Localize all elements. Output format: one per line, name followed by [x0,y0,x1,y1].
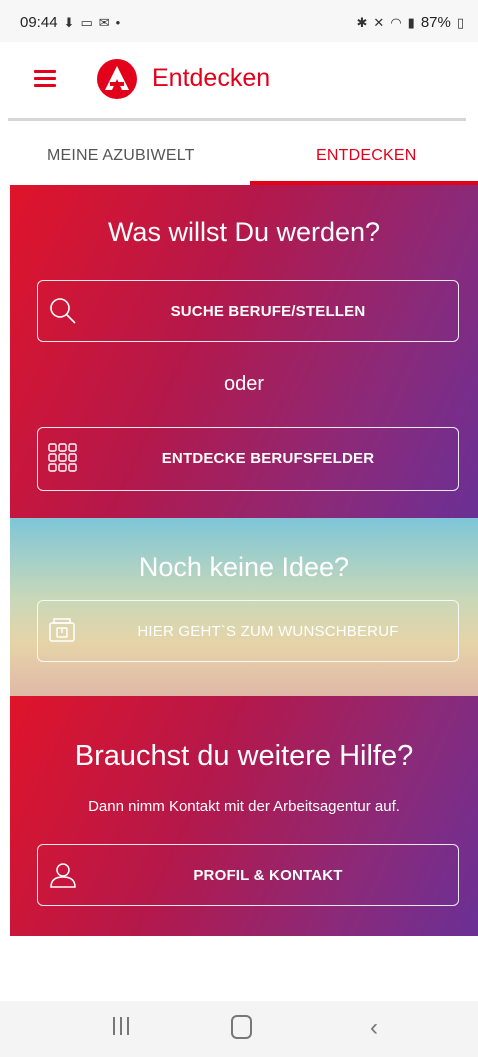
profile-contact-button[interactable]: PROFIL & KONTAKT [37,844,459,906]
status-time: 09:44 [20,14,58,31]
battery-level: 87% [420,14,451,31]
menu-icon[interactable] [34,70,56,87]
tab-bar: MEINE AZUBIWELT ENTDECKEN [0,121,478,185]
section-berufswahl: Was willst Du werden? SUCHE BERUFE/STELL… [10,185,478,518]
back-icon[interactable]: ‹ [370,1014,378,1042]
app-bar: Entdecken [0,42,478,118]
wish-job-button[interactable]: HIER GEHT`S ZUM WUNSCHBERUF [37,600,459,662]
wish-job-label: HIER GEHT`S ZUM WUNSCHBERUF [137,623,399,640]
person-icon [50,863,76,888]
tab-entdecken[interactable]: ENTDECKEN [316,147,416,165]
search-jobs-label: SUCHE BERUFE/STELLEN [170,303,366,320]
agentur-logo [97,59,137,99]
search-jobs-button[interactable]: SUCHE BERUFE/STELLEN [37,280,459,342]
wifi-icon: ◠ [390,14,402,30]
recents-icon[interactable] [113,1017,129,1035]
search-icon [50,298,76,324]
grid-icon [48,443,77,472]
section-subtext: Dann nimm Kontakt mit der Arbeitsagentur… [88,798,400,815]
wishbox-icon [49,618,75,642]
section-heading: Brauchst du weitere Hilfe? [74,740,414,772]
section-heading: Noch keine Idee? [138,552,350,582]
discover-fields-label: ENTDECKE BERUFSFELDER [161,450,375,467]
bluetooth-icon: ✱ [356,14,368,30]
system-nav-bar: ‹ [0,1001,478,1057]
download-icon: ⬇ [63,14,75,30]
section-hilfe: Brauchst du weitere Hilfe? Dann nimm Kon… [10,696,478,936]
mail-icon: ✉ [98,14,110,30]
or-text: oder [223,373,265,395]
profile-contact-label: PROFIL & KONTAKT [193,867,343,884]
section-heading: Was willst Du werden? [107,217,381,247]
signal-icon: ▮ [407,14,415,30]
home-icon[interactable] [231,1015,252,1039]
mute-icon: ✕ [373,14,385,30]
message-icon: ▭ [80,14,93,30]
status-bar: 09:44 ⬇ ▭ ✉ • ✱ ✕ ◠ ▮ 87% ▯ [0,0,478,42]
page-title: Entdecken [152,64,271,92]
section-keine-idee: Noch keine Idee? HIER GEHT`S ZUM WUNSCHB… [10,518,478,696]
tab-meine-azubiwelt[interactable]: MEINE AZUBIWELT [47,147,195,165]
status-bar-left: 09:44 ⬇ ▭ ✉ • [20,14,120,31]
battery-icon: ▯ [456,14,464,30]
status-bar-right: ✱ ✕ ◠ ▮ 87% ▯ [357,14,465,31]
discover-fields-button[interactable]: ENTDECKE BERUFSFELDER [37,427,459,491]
dot-icon: • [115,15,121,30]
